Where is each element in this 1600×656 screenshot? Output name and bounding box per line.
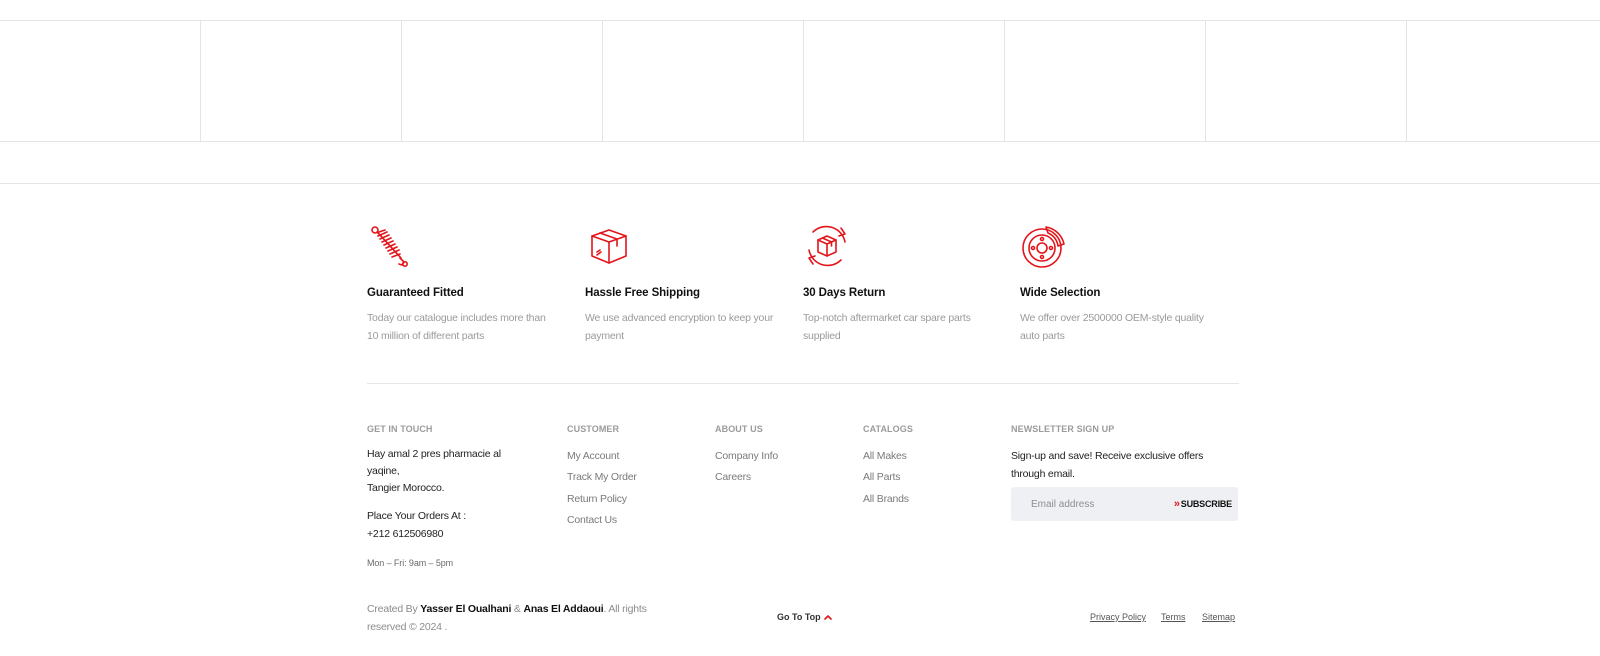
address-line: Tangier Morocco. xyxy=(367,482,445,494)
footer-link-return-policy[interactable]: Return Policy xyxy=(567,493,627,505)
newsletter-column: NEWSLETTER SIGN UP Sign-up and save! Rec… xyxy=(1011,424,1239,521)
address-line: Hay amal 2 pres pharmacie al xyxy=(367,448,501,460)
terms-link[interactable]: Terms xyxy=(1161,612,1186,622)
shock-absorber-icon xyxy=(371,226,408,267)
footer-link-company-info[interactable]: Company Info xyxy=(715,450,778,462)
about-column: ABOUT US Company Info Careers xyxy=(715,424,778,483)
feature-title: Hassle Free Shipping xyxy=(585,287,700,299)
feature-description: We offer over 2500000 OEM-style quality … xyxy=(1020,312,1204,342)
phone-number[interactable]: +212 612506980 xyxy=(367,526,444,544)
footer-divider xyxy=(0,183,1600,184)
credits-ampersand: & xyxy=(513,603,521,615)
go-to-top-label: Go To Top xyxy=(777,612,821,622)
author-name: Yasser El Oualhani xyxy=(420,603,512,615)
footer-link-careers[interactable]: Careers xyxy=(715,471,751,483)
subscribe-button[interactable]: » SUBSCRIBE xyxy=(1174,487,1232,521)
brand-cell[interactable] xyxy=(1005,21,1206,141)
feature-title: 30 Days Return xyxy=(803,287,886,299)
column-heading: NEWSLETTER SIGN UP xyxy=(1011,424,1115,434)
subscribe-label: SUBSCRIBE xyxy=(1180,499,1232,509)
column-heading: GET IN TOUCH xyxy=(367,424,433,434)
author-name: Anas El Addaoui xyxy=(523,603,604,615)
newsletter-form: » SUBSCRIBE xyxy=(1011,487,1238,521)
orders-label: Place Your Orders At : xyxy=(367,510,466,522)
credits-prefix: Created By xyxy=(367,603,418,615)
brake-disc-icon xyxy=(1022,226,1065,268)
double-chevron-right-icon: » xyxy=(1173,498,1180,510)
footer-link-all-parts[interactable]: All Parts xyxy=(863,471,900,483)
privacy-policy-link[interactable]: Privacy Policy xyxy=(1090,612,1146,622)
footer-link-all-brands[interactable]: All Brands xyxy=(863,493,909,505)
section-divider xyxy=(367,383,1239,384)
feature-title: Wide Selection xyxy=(1020,287,1101,299)
copyright-credits: Created By Yasser El Oualhani & Anas El … xyxy=(367,600,667,636)
brand-cell[interactable] xyxy=(603,21,804,141)
feature-hassle-free-shipping: Hassle Free Shipping We use advanced enc… xyxy=(585,222,785,342)
footer-link-my-account[interactable]: My Account xyxy=(567,450,619,462)
feature-wide-selection: Wide Selection We offer over 2500000 OEM… xyxy=(1020,222,1220,342)
feature-description: Top-notch aftermarket car spare parts su… xyxy=(803,312,971,342)
footer-link-all-makes[interactable]: All Makes xyxy=(863,450,907,462)
brand-cell[interactable] xyxy=(804,21,1005,141)
footer-link-track-order[interactable]: Track My Order xyxy=(567,471,637,483)
brand-cell[interactable] xyxy=(0,21,201,141)
email-input[interactable] xyxy=(1011,487,1161,521)
feature-title: Guaranteed Fitted xyxy=(367,287,464,299)
feature-description: Today our catalogue includes more than 1… xyxy=(367,312,546,342)
brand-cell[interactable] xyxy=(201,21,402,141)
business-hours: Mon – Fri: 9am – 5pm xyxy=(367,558,454,568)
column-heading: CUSTOMER xyxy=(567,424,620,434)
brand-grid xyxy=(0,20,1600,142)
catalogs-column: CATALOGS All Makes All Parts All Brands xyxy=(863,424,913,505)
box-icon xyxy=(591,229,627,264)
footer-link-contact-us[interactable]: Contact Us xyxy=(567,514,617,526)
customer-column: CUSTOMER My Account Track My Order Retur… xyxy=(567,424,637,526)
brand-cell[interactable] xyxy=(1206,21,1407,141)
features-row: Guaranteed Fitted Today our catalogue in… xyxy=(367,222,1239,352)
feature-guaranteed-fitted: Guaranteed Fitted Today our catalogue in… xyxy=(367,222,567,342)
newsletter-description: Sign-up and save! Receive exclusive offe… xyxy=(1011,450,1204,480)
brand-cell[interactable] xyxy=(402,21,603,141)
return-box-icon xyxy=(808,225,846,267)
brand-cell[interactable] xyxy=(1407,21,1600,141)
feature-30-days-return: 30 Days Return Top-notch aftermarket car… xyxy=(803,222,1003,342)
column-heading: ABOUT US xyxy=(715,424,763,434)
feature-description: We use advanced encryption to keep your … xyxy=(585,312,774,342)
go-to-top-button[interactable]: Go To Top xyxy=(777,612,832,622)
chevron-up-icon xyxy=(823,615,832,620)
sitemap-link[interactable]: Sitemap xyxy=(1202,612,1235,622)
column-heading: CATALOGS xyxy=(863,424,913,434)
address-line: yaqine, xyxy=(367,465,400,477)
get-in-touch-column: GET IN TOUCH Hay amal 2 pres pharmacie a… xyxy=(367,424,501,568)
